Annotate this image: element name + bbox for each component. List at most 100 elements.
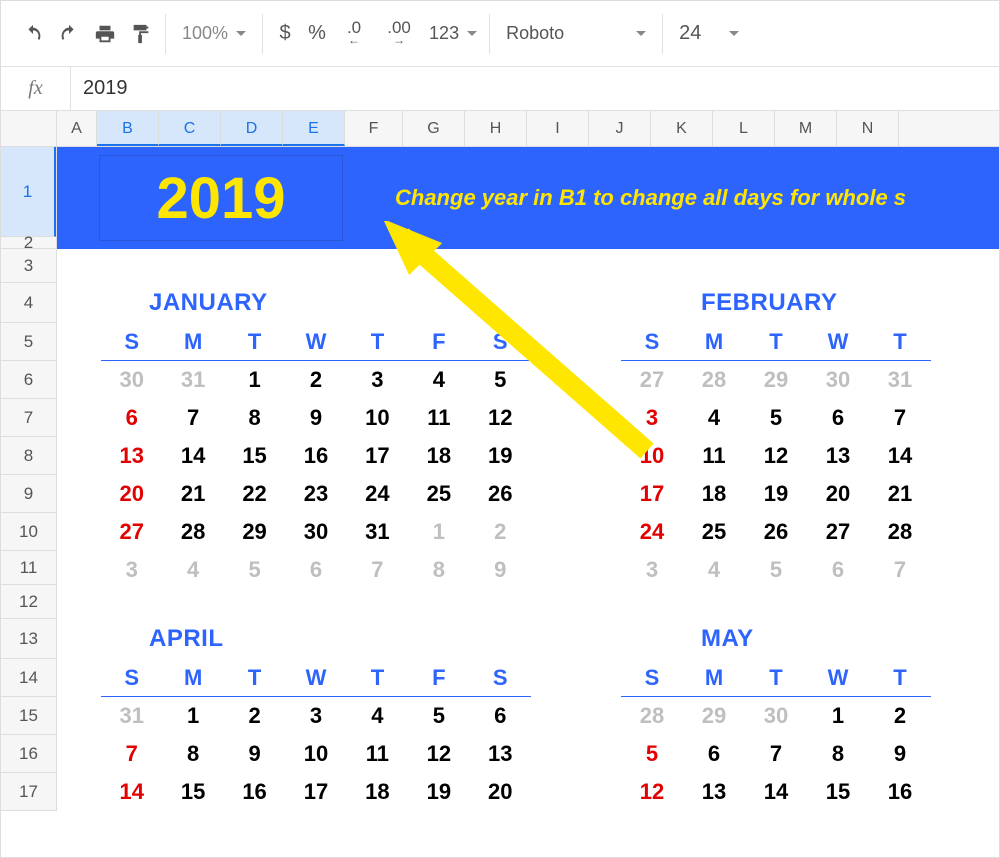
col-header-G[interactable]: G <box>403 111 465 146</box>
col-header-N[interactable]: N <box>837 111 899 146</box>
increase-decimal-button[interactable]: .00 → <box>375 16 423 52</box>
day-cell[interactable]: 11 <box>683 443 745 469</box>
col-header-K[interactable]: K <box>651 111 713 146</box>
day-cell[interactable]: 30 <box>807 367 869 393</box>
day-cell[interactable]: 4 <box>347 703 408 729</box>
day-cell[interactable]: 10 <box>347 405 408 431</box>
day-cell[interactable]: 5 <box>745 405 807 431</box>
day-cell[interactable]: 28 <box>162 519 223 545</box>
day-cell[interactable]: 6 <box>683 741 745 767</box>
day-cell[interactable]: 26 <box>470 481 531 507</box>
row-header-11[interactable]: 11 <box>1 551 56 585</box>
day-cell[interactable]: 9 <box>470 557 531 583</box>
day-cell[interactable]: 7 <box>745 741 807 767</box>
day-cell[interactable]: 11 <box>347 741 408 767</box>
day-cell[interactable]: 4 <box>408 367 469 393</box>
col-header-A[interactable]: A <box>57 111 97 146</box>
col-header-D[interactable]: D <box>221 111 283 146</box>
day-cell[interactable]: 24 <box>347 481 408 507</box>
row-header-12[interactable]: 12 <box>1 585 56 619</box>
col-header-B[interactable]: B <box>97 111 159 146</box>
day-cell[interactable]: 7 <box>869 405 931 431</box>
day-cell[interactable]: 8 <box>224 405 285 431</box>
day-cell[interactable]: 27 <box>101 519 162 545</box>
day-cell[interactable]: 1 <box>807 703 869 729</box>
number-format-dropdown[interactable]: 123 <box>423 14 483 54</box>
day-cell[interactable]: 20 <box>101 481 162 507</box>
col-header-M[interactable]: M <box>775 111 837 146</box>
day-cell[interactable]: 1 <box>162 703 223 729</box>
day-cell[interactable]: 31 <box>347 519 408 545</box>
day-cell[interactable]: 9 <box>869 741 931 767</box>
day-cell[interactable]: 15 <box>224 443 285 469</box>
day-cell[interactable]: 7 <box>162 405 223 431</box>
row-header-17[interactable]: 17 <box>1 773 56 811</box>
day-cell[interactable]: 9 <box>285 405 346 431</box>
day-cell[interactable]: 30 <box>745 703 807 729</box>
day-cell[interactable]: 5 <box>224 557 285 583</box>
zoom-dropdown[interactable]: 100% <box>172 14 256 54</box>
day-cell[interactable]: 16 <box>869 779 931 805</box>
day-cell[interactable]: 24 <box>621 519 683 545</box>
day-cell[interactable]: 18 <box>408 443 469 469</box>
day-cell[interactable]: 20 <box>470 779 531 805</box>
day-cell[interactable]: 31 <box>101 703 162 729</box>
day-cell[interactable]: 8 <box>408 557 469 583</box>
day-cell[interactable]: 11 <box>408 405 469 431</box>
day-cell[interactable]: 4 <box>683 405 745 431</box>
day-cell[interactable]: 2 <box>869 703 931 729</box>
day-cell[interactable]: 5 <box>408 703 469 729</box>
day-cell[interactable]: 8 <box>807 741 869 767</box>
day-cell[interactable]: 17 <box>621 481 683 507</box>
redo-button[interactable] <box>51 16 87 52</box>
day-cell[interactable]: 28 <box>683 367 745 393</box>
row-header-10[interactable]: 10 <box>1 513 56 551</box>
col-header-H[interactable]: H <box>465 111 527 146</box>
day-cell[interactable]: 30 <box>101 367 162 393</box>
col-header-E[interactable]: E <box>283 111 345 146</box>
day-cell[interactable]: 18 <box>683 481 745 507</box>
day-cell[interactable]: 3 <box>285 703 346 729</box>
day-cell[interactable]: 14 <box>162 443 223 469</box>
row-header-8[interactable]: 8 <box>1 437 56 475</box>
day-cell[interactable]: 28 <box>621 703 683 729</box>
row-header-15[interactable]: 15 <box>1 697 56 735</box>
col-header-L[interactable]: L <box>713 111 775 146</box>
day-cell[interactable]: 29 <box>683 703 745 729</box>
day-cell[interactable]: 23 <box>285 481 346 507</box>
font-dropdown[interactable]: Roboto <box>496 14 656 54</box>
row-header-16[interactable]: 16 <box>1 735 56 773</box>
cells-area[interactable]: 2019 Change year in B1 to change all day… <box>57 147 999 857</box>
day-cell[interactable]: 21 <box>869 481 931 507</box>
row-header-13[interactable]: 13 <box>1 619 56 659</box>
day-cell[interactable]: 20 <box>807 481 869 507</box>
row-header-4[interactable]: 4 <box>1 283 56 323</box>
row-header-5[interactable]: 5 <box>1 323 56 361</box>
day-cell[interactable]: 13 <box>683 779 745 805</box>
day-cell[interactable]: 16 <box>224 779 285 805</box>
day-cell[interactable]: 7 <box>869 557 931 583</box>
day-cell[interactable]: 29 <box>745 367 807 393</box>
day-cell[interactable]: 6 <box>470 703 531 729</box>
row-header-6[interactable]: 6 <box>1 361 56 399</box>
day-cell[interactable]: 3 <box>621 557 683 583</box>
day-cell[interactable]: 2 <box>470 519 531 545</box>
day-cell[interactable]: 7 <box>347 557 408 583</box>
day-cell[interactable]: 25 <box>683 519 745 545</box>
day-cell[interactable]: 12 <box>470 405 531 431</box>
paint-format-button[interactable] <box>123 16 159 52</box>
font-size-dropdown[interactable]: 24 <box>669 14 749 54</box>
day-cell[interactable]: 3 <box>621 405 683 431</box>
day-cell[interactable]: 12 <box>745 443 807 469</box>
day-cell[interactable]: 7 <box>101 741 162 767</box>
undo-button[interactable] <box>15 16 51 52</box>
day-cell[interactable]: 31 <box>869 367 931 393</box>
select-all-corner[interactable] <box>1 111 57 147</box>
day-cell[interactable]: 22 <box>224 481 285 507</box>
formula-input[interactable]: 2019 <box>71 77 999 100</box>
day-cell[interactable]: 8 <box>162 741 223 767</box>
day-cell[interactable]: 16 <box>285 443 346 469</box>
day-cell[interactable]: 5 <box>470 367 531 393</box>
day-cell[interactable]: 6 <box>101 405 162 431</box>
day-cell[interactable]: 2 <box>224 703 285 729</box>
